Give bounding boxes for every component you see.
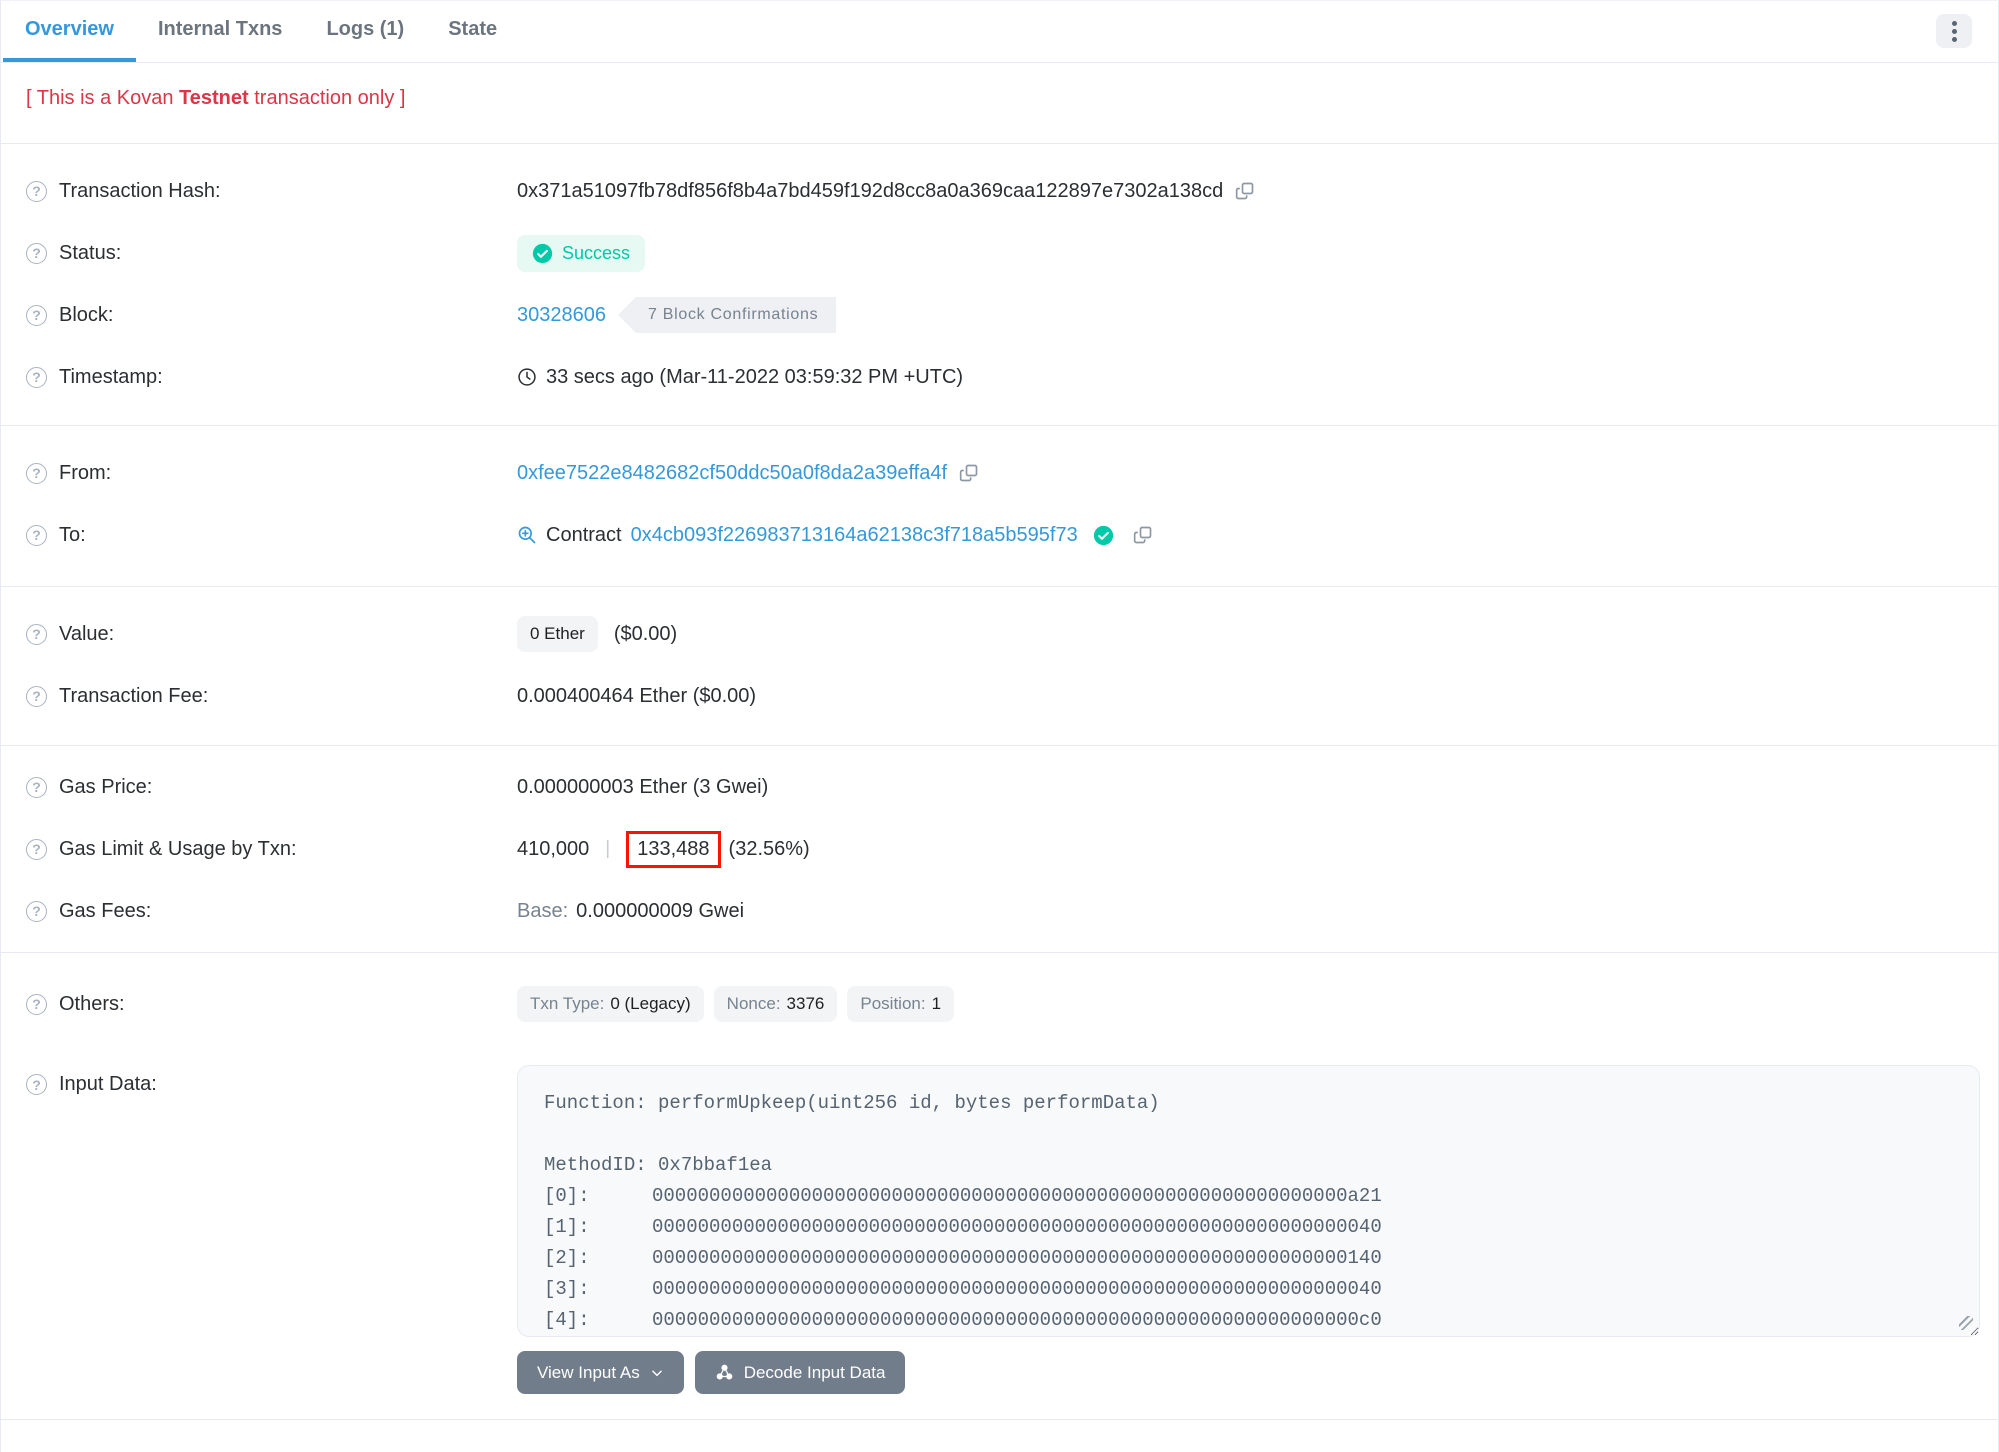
transaction-details-page: Overview Internal Txns Logs (1) State [ …: [0, 0, 1999, 1452]
input-hex-line: [0]: 00000000000000000000000000000000000…: [544, 1185, 1382, 1207]
resize-handle-icon[interactable]: [1959, 1316, 1973, 1330]
decode-icon: [716, 1364, 733, 1380]
row-gas-price: ? Gas Price: 0.000000003 Ether (3 Gwei): [26, 756, 1973, 818]
gas-limit-value: 410,000: [517, 837, 590, 860]
transaction-hash-label: Transaction Hash:: [59, 179, 221, 202]
input-methodid-line: MethodID: 0x7bbaf1ea: [544, 1154, 773, 1176]
from-address-link[interactable]: 0xfee7522e8482682cf50ddc50a0f8da2a39effa…: [517, 462, 947, 485]
block-label: Block:: [59, 303, 114, 326]
question-icon: ?: [26, 776, 47, 798]
row-block: ? Block: 30328606 7 Block Confirmations: [26, 284, 1973, 346]
testnet-notice: [ This is a Kovan Testnet transaction on…: [1, 63, 1998, 144]
question-icon: ?: [26, 524, 47, 546]
row-input-data: ? Input Data: Function: performUpkeep(ui…: [26, 1035, 1980, 1394]
section-others-input: ? Others: Txn Type: 0 (Legacy) Nonce: 33…: [1, 953, 1998, 1420]
to-address-link[interactable]: 0x4cb093f226983713164a62138c3f718a5b595f…: [631, 524, 1078, 547]
question-icon: ?: [26, 900, 47, 922]
input-hex-line: [4]: 00000000000000000000000000000000000…: [544, 1309, 1382, 1331]
others-label: Others:: [59, 992, 125, 1015]
row-transaction-fee: ? Transaction Fee: 0.000400464 Ether ($0…: [26, 665, 1973, 727]
section-summary: ? Transaction Hash: 0x371a51097fb78df856…: [1, 144, 1998, 426]
question-icon: ?: [26, 993, 47, 1015]
gas-limit-usage-label: Gas Limit & Usage by Txn:: [59, 837, 297, 860]
to-label: To:: [59, 523, 86, 546]
question-icon: ?: [26, 180, 47, 202]
more-options-button[interactable]: [1936, 14, 1972, 48]
nonce-badge: Nonce: 3376: [713, 986, 838, 1022]
input-hex-line: [5]: 00000000000000000000000000000000000…: [544, 1336, 1953, 1337]
input-data-box[interactable]: Function: performUpkeep(uint256 id, byte…: [517, 1065, 1980, 1337]
question-icon: ?: [26, 1074, 47, 1095]
transaction-hash-value: 0x371a51097fb78df856f8b4a7bd459f192d8cc8…: [517, 179, 1224, 202]
row-gas-fees: ? Gas Fees: Base: 0.000000009 Gwei: [26, 880, 1973, 942]
section-value-fee: ? Value: 0 Ether ($0.00) ? Transaction F…: [1, 587, 1998, 746]
question-icon: ?: [26, 242, 47, 264]
gas-fees-label: Gas Fees:: [59, 899, 152, 922]
row-status: ? Status: Success: [26, 222, 1973, 284]
value-label: Value:: [59, 622, 115, 645]
block-number-link[interactable]: 30328606: [517, 304, 606, 327]
value-usd: ($0.00): [613, 622, 678, 645]
timestamp-label: Timestamp:: [59, 365, 163, 388]
section-gas: ? Gas Price: 0.000000003 Ether (3 Gwei) …: [1, 746, 1998, 953]
question-icon: ?: [26, 838, 47, 860]
gas-used-percent: (32.56%): [728, 837, 810, 860]
copy-icon[interactable]: [1235, 181, 1255, 201]
section-addresses: ? From: 0xfee7522e8482682cf50ddc50a0f8da…: [1, 426, 1998, 587]
row-value: ? Value: 0 Ether ($0.00): [26, 603, 1973, 665]
separator: |: [605, 838, 611, 859]
question-icon: ?: [26, 462, 47, 484]
status-label: Status:: [59, 241, 122, 264]
gas-used-value: 133,488: [637, 837, 710, 860]
copy-icon[interactable]: [1133, 525, 1153, 545]
tab-overview[interactable]: Overview: [3, 1, 136, 62]
tab-logs[interactable]: Logs (1): [304, 1, 426, 62]
input-hex-line: [2]: 00000000000000000000000000000000000…: [544, 1247, 1382, 1269]
kebab-menu-icon: [1951, 20, 1957, 26]
from-label: From:: [59, 461, 112, 484]
input-data-label: Input Data:: [59, 1073, 157, 1095]
annotation-highlight-box: 133,488: [626, 830, 721, 868]
tab-bar: Overview Internal Txns Logs (1) State: [1, 1, 1998, 63]
value-badge: 0 Ether: [517, 616, 598, 652]
input-actions: View Input As Decode Input Data: [517, 1351, 1980, 1394]
view-input-as-button[interactable]: View Input As: [517, 1351, 684, 1394]
clock-icon: [518, 368, 536, 386]
tab-state[interactable]: State: [426, 1, 519, 62]
gas-price-value: 0.000000003 Ether (3 Gwei): [517, 775, 769, 798]
question-icon: ?: [26, 623, 47, 645]
tab-internal-txns[interactable]: Internal Txns: [136, 1, 304, 62]
question-icon: ?: [26, 304, 47, 326]
gas-price-label: Gas Price:: [59, 775, 153, 798]
footer-spacer: [1, 1420, 1998, 1452]
row-timestamp: ? Timestamp: 33 secs ago (Mar-11-2022 03…: [26, 346, 1973, 408]
block-confirmations-badge: 7 Block Confirmations: [617, 297, 837, 333]
row-others: ? Others: Txn Type: 0 (Legacy) Nonce: 33…: [26, 973, 1973, 1035]
chevron-down-icon: [651, 1370, 662, 1376]
check-circle-icon: [532, 243, 553, 263]
txn-type-badge: Txn Type: 0 (Legacy): [517, 986, 704, 1022]
input-hex-line: [1]: 00000000000000000000000000000000000…: [544, 1216, 1382, 1238]
input-function-line: Function: performUpkeep(uint256 id, byte…: [544, 1092, 1160, 1114]
gas-fees-base-value: 0.000000009 Gwei: [576, 899, 745, 922]
question-icon: ?: [26, 685, 47, 707]
row-to: ? To: Contract 0x4cb093f226983713164a621…: [26, 504, 1973, 566]
position-badge: Position: 1: [847, 986, 955, 1022]
row-transaction-hash: ? Transaction Hash: 0x371a51097fb78df856…: [26, 160, 1973, 222]
gas-fees-base-label: Base:: [517, 899, 569, 922]
contract-word: Contract: [546, 523, 622, 546]
question-icon: ?: [26, 366, 47, 388]
decode-input-data-button[interactable]: Decode Input Data: [694, 1351, 906, 1394]
transaction-fee-value: 0.000400464 Ether ($0.00): [517, 684, 757, 707]
input-hex-line: [3]: 00000000000000000000000000000000000…: [544, 1278, 1382, 1300]
transaction-fee-label: Transaction Fee:: [59, 684, 209, 707]
zoom-in-icon[interactable]: [517, 525, 537, 545]
copy-icon[interactable]: [959, 463, 979, 483]
timestamp-value: 33 secs ago (Mar-11-2022 03:59:32 PM +UT…: [546, 365, 964, 388]
verified-check-icon: [1093, 525, 1113, 545]
row-gas-limit-usage: ? Gas Limit & Usage by Txn: 410,000 | 13…: [26, 818, 1973, 880]
row-from: ? From: 0xfee7522e8482682cf50ddc50a0f8da…: [26, 442, 1973, 504]
status-badge: Success: [517, 234, 646, 272]
